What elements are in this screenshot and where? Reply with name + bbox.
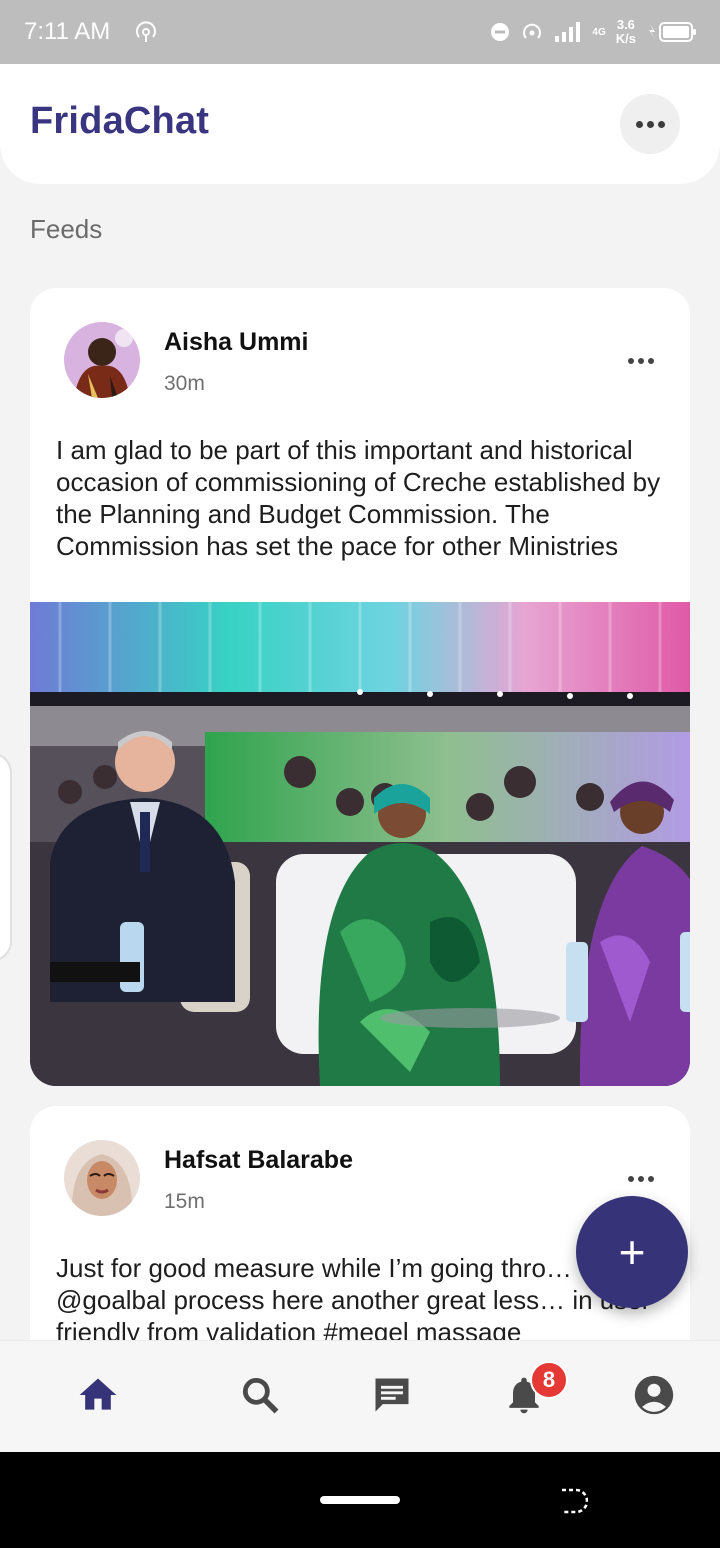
status-bar: 7:11 AM 4G 3.6 K/s <box>0 0 720 64</box>
post-text: I am glad to be part of this important a… <box>56 435 661 561</box>
post-time: 30m <box>164 372 205 395</box>
network-speed: 3.6 K/s <box>615 17 636 46</box>
home-icon <box>79 1378 117 1410</box>
nav-messages[interactable] <box>368 1371 416 1419</box>
nav-search[interactable] <box>236 1371 284 1419</box>
home-gesture-bar[interactable] <box>320 1496 400 1504</box>
more-horizontal-icon <box>635 120 665 128</box>
author-name[interactable]: Aisha Ummi <box>164 328 308 357</box>
edge-panel-handle[interactable] <box>0 752 12 962</box>
section-label-feeds: Feeds <box>30 214 103 244</box>
status-time: 7:11 AM <box>24 18 111 45</box>
app-more-button[interactable] <box>620 94 680 154</box>
post-photo[interactable]: 54 15 1000 <box>30 602 690 1086</box>
new-post-fab[interactable]: + <box>576 1196 688 1308</box>
notification-badge: 8 <box>530 1361 568 1399</box>
app-bar: FridaChat <box>0 64 720 184</box>
nav-home[interactable] <box>74 1371 122 1419</box>
author-name[interactable]: Hafsat Balarabe <box>164 1146 353 1175</box>
more-horizontal-icon <box>628 1176 654 1182</box>
hotspot-status-icon <box>523 23 542 39</box>
search-icon <box>242 1377 279 1414</box>
more-horizontal-icon <box>628 358 654 364</box>
signal-icon <box>555 22 581 42</box>
hotspot-icon <box>136 21 156 42</box>
status-icons: 4G 3.6 K/s <box>490 14 698 50</box>
post-more-button[interactable] <box>628 358 654 364</box>
plus-icon: + <box>618 1226 646 1278</box>
post-more-button[interactable] <box>628 1176 654 1182</box>
message-icon <box>375 1378 409 1412</box>
app-title: FridaChat <box>30 100 210 142</box>
do-not-disturb-icon <box>491 23 510 41</box>
post-card: Aisha Ummi 30m I am glad to be part of t… <box>30 288 690 1086</box>
system-navigation-bar <box>0 1452 720 1548</box>
battery-icon <box>649 22 696 42</box>
bottom-navigation: 8 <box>0 1340 720 1452</box>
account-icon <box>634 1375 674 1415</box>
back-gesture-icon[interactable] <box>554 1484 588 1518</box>
author-avatar[interactable] <box>64 1140 140 1216</box>
network-type: 4G <box>592 26 606 38</box>
post-text: Just for good measure while I’m going th… <box>56 1253 651 1347</box>
post-time: 15m <box>164 1190 205 1213</box>
author-avatar[interactable] <box>64 322 140 398</box>
nav-profile[interactable] <box>630 1371 678 1419</box>
